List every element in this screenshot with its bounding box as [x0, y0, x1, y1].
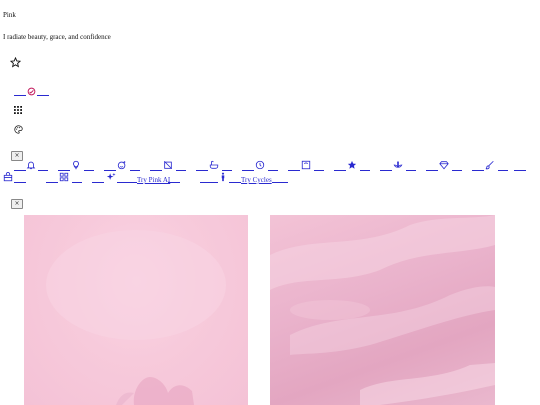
circle-slash-icon[interactable]: [26, 86, 36, 96]
pink-sky-image[interactable]: [270, 215, 495, 405]
diamond-icon[interactable]: [439, 160, 451, 172]
clouds-texture: [270, 215, 495, 405]
dismiss-button[interactable]: ×: [11, 199, 23, 209]
try-pink-ai-link[interactable]: Try Pink AI: [137, 176, 170, 184]
tagline: I radiate beauty, grace, and confidence: [3, 33, 111, 41]
flower-silhouette: [46, 230, 226, 405]
toolbar-row-2: Try Pink AI Try Cycles: [0, 172, 540, 186]
brush-icon[interactable]: [485, 160, 497, 172]
smile-plus-icon[interactable]: [117, 160, 129, 172]
try-cycles-link[interactable]: Try Cycles: [241, 176, 272, 184]
pink-flower-image[interactable]: [24, 215, 248, 405]
bath-icon[interactable]: [209, 160, 221, 172]
scale-icon[interactable]: [301, 160, 313, 172]
star-outline-icon[interactable]: [9, 56, 21, 68]
no-calendar-icon[interactable]: [163, 160, 175, 172]
bell-icon[interactable]: [26, 160, 38, 172]
toolbar-row-1: [0, 158, 540, 172]
star-filled-icon[interactable]: [347, 160, 359, 172]
lightbulb-icon[interactable]: [71, 160, 83, 172]
grid-icon[interactable]: [13, 105, 23, 115]
lotus-icon[interactable]: [393, 160, 405, 172]
palette-icon[interactable]: [13, 124, 23, 134]
apps-icon[interactable]: [59, 172, 71, 184]
filter-row: [14, 86, 54, 98]
clock-icon[interactable]: [255, 160, 267, 172]
brand-title: Pink: [3, 11, 16, 19]
